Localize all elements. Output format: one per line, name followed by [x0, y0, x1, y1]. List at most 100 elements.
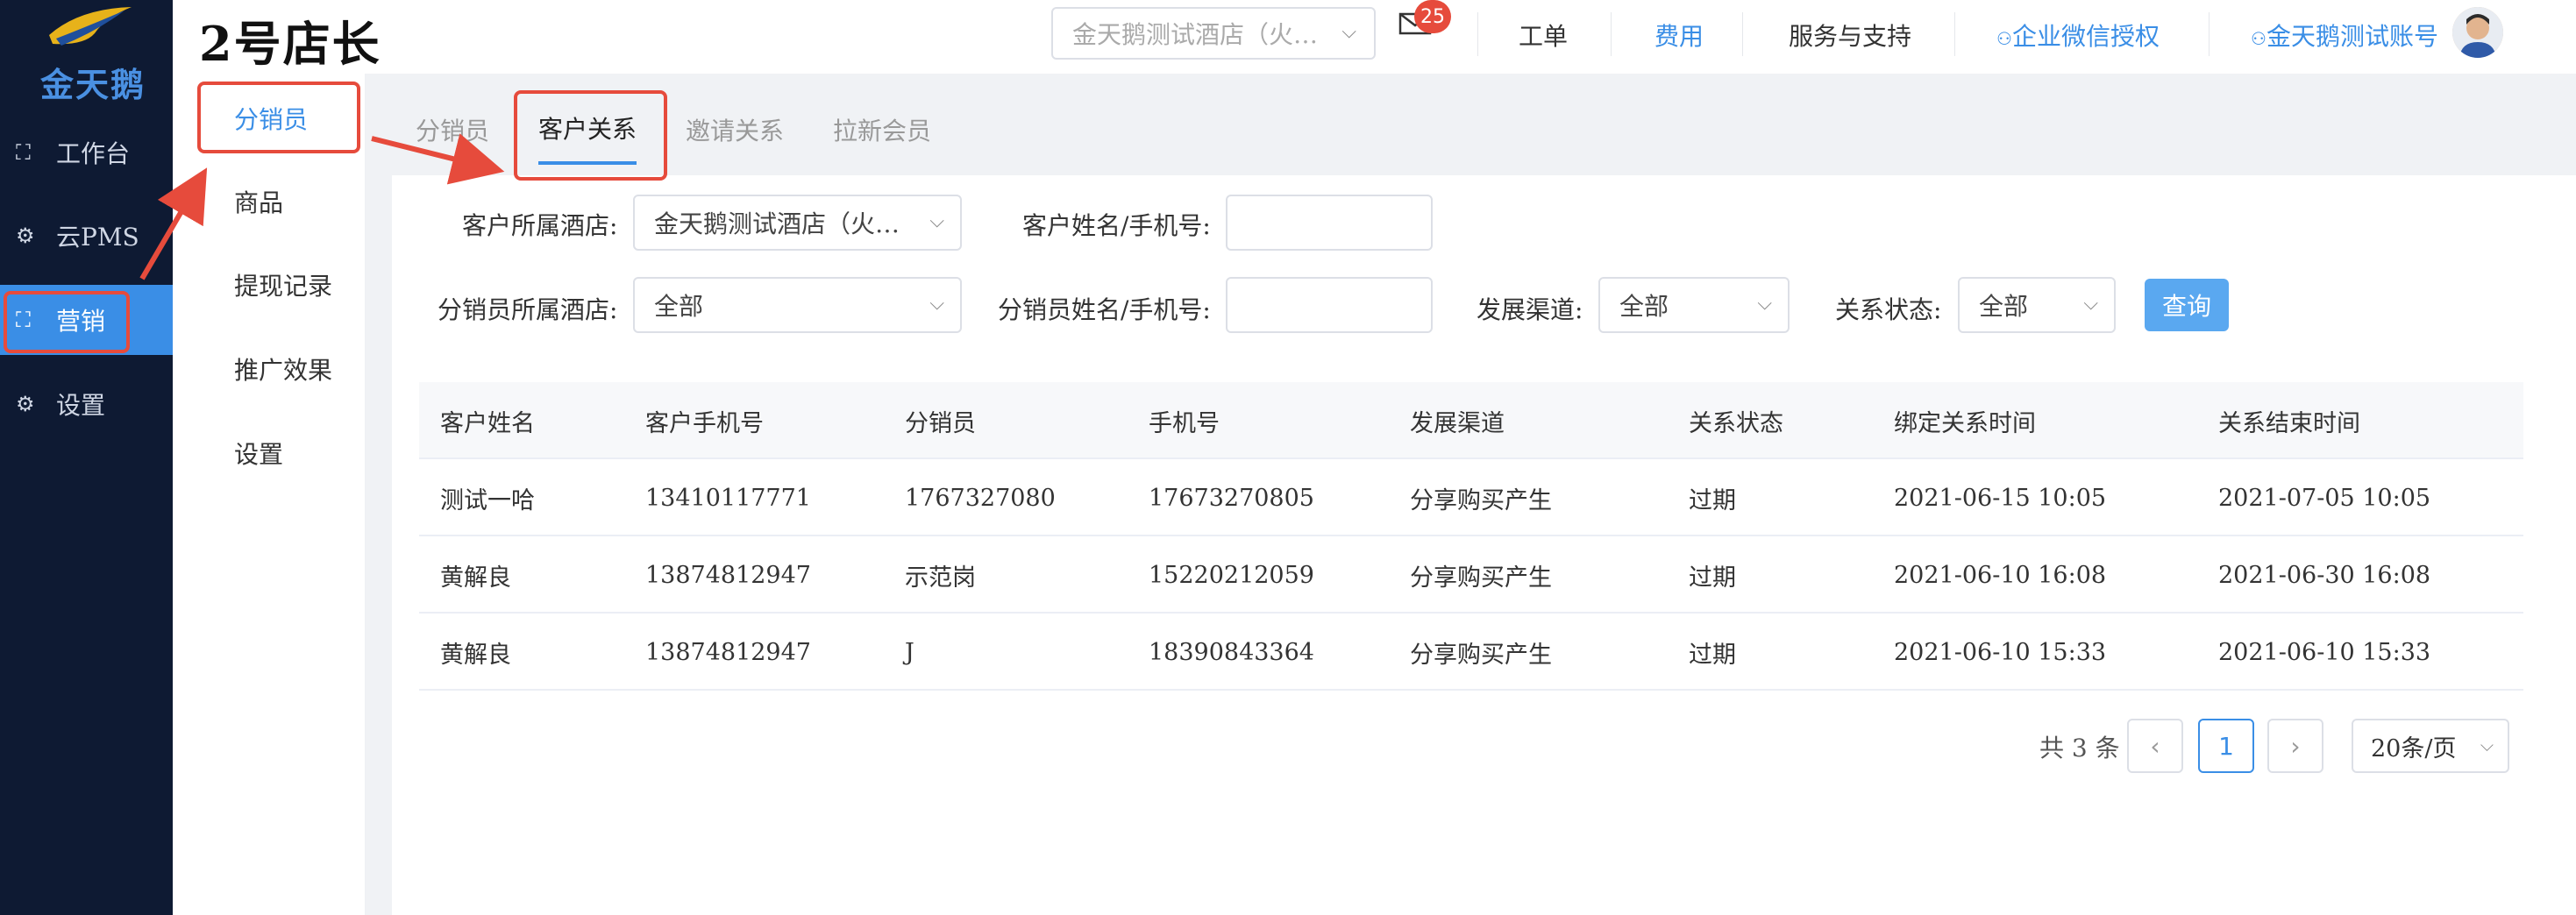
- channel-value: 全部: [1619, 287, 1669, 323]
- nav-item-marketing[interactable]: ⛶ 营销: [0, 285, 173, 355]
- hotel-select[interactable]: 金天鹅测试酒店（火… ⌵: [1051, 7, 1376, 60]
- status-select[interactable]: 全部 ⌵: [1958, 277, 2116, 333]
- nav-item-cloud-pms[interactable]: ⚙ 云PMS: [0, 201, 173, 271]
- account-link[interactable]: ⚇金天鹅测试账号: [2251, 18, 2438, 53]
- ticket-link[interactable]: 工单: [1519, 18, 1568, 53]
- nav-item-workspace[interactable]: ⛶ 工作台: [0, 117, 173, 188]
- cell-phone: 18390843364: [1149, 614, 1314, 691]
- account-label: 金天鹅测试账号: [2266, 22, 2438, 51]
- tab-invite-relations[interactable]: 邀请关系: [686, 112, 784, 147]
- nav-item-label: 工作台: [56, 135, 130, 170]
- pager-total: 共 3 条: [2039, 729, 2120, 764]
- marketing-icon: ⛶: [16, 308, 42, 332]
- table-row: 黄解良 13874812947 J 18390843364 分享购买产生 过期 …: [419, 614, 2523, 691]
- distributor-hotel-value: 全部: [654, 287, 703, 323]
- chevron-right-icon: ›: [2290, 732, 2300, 761]
- user-icon: ⚇: [1996, 28, 2012, 49]
- distributor-name-input[interactable]: [1226, 277, 1433, 333]
- top-header: 2号店长 金天鹅测试酒店（火… ⌵ 25 工单 费用 服务与支持 ⚇企业微信授权…: [173, 0, 2576, 74]
- tab-new-members[interactable]: 拉新会员: [833, 112, 931, 147]
- sub-item-distributor[interactable]: 分销员: [173, 88, 366, 149]
- hotel-select-value: 金天鹅测试酒店（火…: [1072, 16, 1318, 51]
- sub-item-goods[interactable]: 商品: [173, 171, 366, 232]
- sub-item-label: 商品: [234, 184, 283, 219]
- fee-link[interactable]: 费用: [1654, 18, 1704, 53]
- divider: [2209, 12, 2210, 56]
- chevron-down-icon: ⌵: [929, 293, 944, 315]
- tab-bar: 分销员 客户关系 邀请关系 拉新会员: [368, 88, 2576, 175]
- cell-customer-phone: 13874812947: [645, 536, 811, 614]
- nav-item-settings[interactable]: ⚙ 设置: [0, 369, 173, 439]
- column-header: 客户手机号: [645, 382, 764, 459]
- cell-customer-name: 黄解良: [440, 536, 511, 614]
- cell-status: 过期: [1689, 459, 1736, 536]
- cell-phone: 15220212059: [1149, 536, 1314, 614]
- nav-item-label: 设置: [56, 387, 105, 422]
- logo-text: 金天鹅: [40, 58, 146, 106]
- table-header-row: 客户姓名 客户手机号 分销员 手机号 发展渠道 关系状态 绑定关系时间 关系结束…: [419, 382, 2523, 459]
- page-button-current[interactable]: 1: [2198, 719, 2254, 773]
- customer-hotel-label: 客户所属酒店:: [462, 207, 617, 242]
- cell-customer-name: 黄解良: [440, 614, 511, 691]
- divider: [1611, 12, 1612, 56]
- cell-bind-time: 2021-06-15 10:05: [1894, 459, 2106, 536]
- cell-customer-phone: 13410117771: [645, 459, 811, 536]
- logo: 金天鹅: [0, 0, 173, 101]
- sub-item-promotion-effect[interactable]: 推广效果: [173, 338, 366, 400]
- cell-customer-name: 测试一哈: [440, 459, 535, 536]
- cell-end-time: 2021-06-10 15:33: [2218, 614, 2430, 691]
- customer-hotel-value: 金天鹅测试酒店（火…: [654, 205, 900, 240]
- cell-channel: 分享购买产生: [1410, 536, 1552, 614]
- cell-phone: 17673270805: [1149, 459, 1314, 536]
- table-row: 测试一哈 13410117771 1767327080 17673270805 …: [419, 459, 2523, 536]
- status-label: 关系状态:: [1835, 291, 1941, 326]
- tab-distributor[interactable]: 分销员: [416, 112, 489, 147]
- nav-item-label: 营销: [56, 302, 105, 337]
- chevron-left-icon: ‹: [2150, 732, 2160, 761]
- active-tab-indicator: [538, 161, 637, 165]
- mail-badge: 25: [1414, 0, 1451, 33]
- prev-page-button[interactable]: ‹: [2127, 719, 2183, 773]
- gear-icon: ⚙: [16, 392, 42, 416]
- column-header: 客户姓名: [440, 382, 535, 459]
- avatar[interactable]: [2452, 7, 2503, 58]
- channel-select[interactable]: 全部 ⌵: [1598, 277, 1790, 333]
- cell-end-time: 2021-06-30 16:08: [2218, 536, 2430, 614]
- nav-item-label: 云PMS: [56, 218, 139, 253]
- customer-name-input[interactable]: [1226, 195, 1433, 251]
- sub-item-label: 分销员: [234, 101, 308, 136]
- cell-end-time: 2021-07-05 10:05: [2218, 459, 2430, 536]
- cell-bind-time: 2021-06-10 15:33: [1894, 614, 2106, 691]
- column-header: 绑定关系时间: [1894, 382, 2036, 459]
- sub-item-settings[interactable]: 设置: [173, 422, 366, 484]
- sub-nav: 分销员 商品 提现记录 推广效果 设置: [173, 0, 366, 915]
- sub-item-label: 推广效果: [234, 351, 332, 387]
- customer-relations-table: 客户姓名 客户手机号 分销员 手机号 发展渠道 关系状态 绑定关系时间 关系结束…: [419, 382, 2523, 691]
- chevron-down-icon: ⌵: [1757, 293, 1772, 315]
- wechat-auth-link[interactable]: ⚇企业微信授权: [1996, 18, 2160, 53]
- user-icon: ⚇: [2251, 28, 2266, 49]
- customer-hotel-select[interactable]: 金天鹅测试酒店（火… ⌵: [633, 195, 962, 251]
- gear-icon: ⚙: [16, 223, 42, 248]
- cell-channel: 分享购买产生: [1410, 614, 1552, 691]
- app-title: 2号店长: [199, 5, 381, 74]
- column-header: 关系结束时间: [2218, 382, 2360, 459]
- tab-customer-relations[interactable]: 客户关系: [538, 110, 637, 145]
- column-header: 关系状态: [1689, 382, 1783, 459]
- next-page-button[interactable]: ›: [2267, 719, 2323, 773]
- page-size-select[interactable]: 20条/页 ⌵: [2352, 719, 2509, 773]
- cell-customer-phone: 13874812947: [645, 614, 811, 691]
- customer-name-label: 客户姓名/手机号:: [1022, 207, 1211, 242]
- column-header: 发展渠道: [1410, 382, 1505, 459]
- chevron-down-icon: ⌵: [1341, 21, 1356, 43]
- sub-item-withdraw-records[interactable]: 提现记录: [173, 254, 366, 316]
- cell-bind-time: 2021-06-10 16:08: [1894, 536, 2106, 614]
- table-row: 黄解良 13874812947 示范岗 15220212059 分享购买产生 过…: [419, 536, 2523, 614]
- wechat-auth-label: 企业微信授权: [2012, 22, 2160, 51]
- column-header: 手机号: [1149, 382, 1220, 459]
- status-value: 全部: [1979, 287, 2028, 323]
- service-link[interactable]: 服务与支持: [1789, 18, 1911, 53]
- query-button[interactable]: 查询: [2145, 279, 2229, 331]
- chevron-down-icon: ⌵: [2480, 734, 2494, 755]
- distributor-hotel-select[interactable]: 全部 ⌵: [633, 277, 962, 333]
